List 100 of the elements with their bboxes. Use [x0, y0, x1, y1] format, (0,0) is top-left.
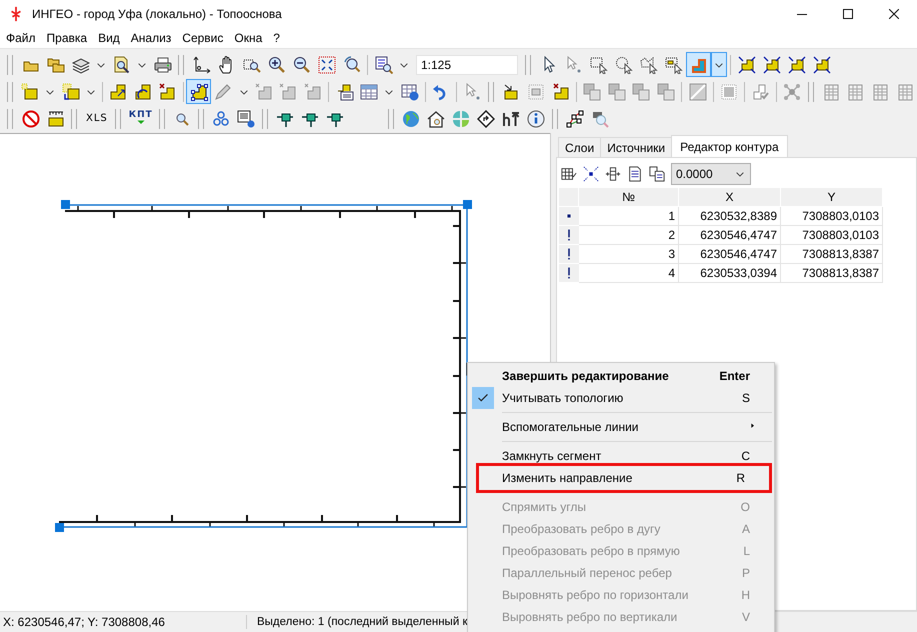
- axes-icon: [192, 56, 210, 74]
- menu-item[interactable]: ?: [268, 29, 286, 47]
- table-cell: 4: [579, 264, 679, 283]
- shortcut-text: R: [736, 471, 745, 485]
- table-cell: 7308813,8387: [781, 264, 883, 283]
- shape-icon: [279, 82, 298, 100]
- scale-field[interactable]: 1:125: [416, 54, 518, 74]
- prohibited-icon: [22, 110, 40, 128]
- table-cell: 6230546,4747: [679, 226, 781, 245]
- dropdown-button[interactable]: [711, 52, 727, 77]
- table-cell: 7308803,0103: [781, 207, 883, 226]
- shape-icon: [254, 82, 273, 100]
- square-icon: [502, 82, 520, 100]
- menu-item[interactable]: Правка: [42, 29, 94, 47]
- overlap-squares-icon: [656, 82, 675, 100]
- menu-item[interactable]: Замкнуть сегмент C: [468, 445, 774, 467]
- precision-dropdown[interactable]: 0.0000: [671, 163, 751, 185]
- shortcut-text: C: [741, 449, 750, 463]
- l-shape-icon: [108, 82, 127, 100]
- column-header[interactable]: Y: [781, 188, 883, 207]
- toolbar-button[interactable]: КПТ: [126, 106, 156, 131]
- toolbar-button[interactable]: [647, 164, 667, 184]
- zoom-extent-icon: [318, 56, 336, 74]
- folders-icon: [46, 56, 64, 74]
- table-cell: 6230546,4747: [679, 245, 781, 264]
- pencil-icon: [214, 82, 232, 100]
- table-icon: [871, 82, 890, 100]
- copy-icon: [649, 166, 665, 182]
- column-header[interactable]: №: [579, 188, 679, 207]
- collapse-icon: [762, 56, 780, 74]
- table-cell: 6230533,0394: [679, 264, 781, 283]
- table-icon: [822, 82, 840, 100]
- menu-item[interactable]: Вид: [93, 29, 126, 47]
- l-shape-icon: [134, 82, 152, 100]
- toolbar-button[interactable]: [581, 164, 601, 184]
- menu-item[interactable]: Завершить редактирование Enter: [468, 365, 774, 387]
- table-icon: [846, 82, 864, 100]
- tab[interactable]: Слои: [558, 137, 602, 157]
- collapse-icon: [812, 56, 830, 74]
- table-cell: 2: [579, 226, 679, 245]
- window-title: ИНГЕО - город Уфа (локально) - Топооснова: [32, 7, 282, 21]
- menu-item[interactable]: Окна: [229, 29, 268, 47]
- ruler-icon: [46, 110, 64, 128]
- insert-column-icon: [605, 166, 621, 182]
- shortcut-text: A: [742, 522, 750, 536]
- selection-circle-icon: [614, 56, 632, 74]
- list-search-icon: [374, 56, 392, 74]
- close-icon: [889, 9, 899, 19]
- table-cell: 6230532,8389: [679, 207, 781, 226]
- search-icon: [591, 110, 610, 128]
- diagonal-square-icon: [688, 82, 707, 100]
- turn-sign-icon: [477, 110, 496, 128]
- network-icon: [566, 110, 584, 128]
- table-cell: 7308803,0103: [781, 226, 883, 245]
- menu-item[interactable]: Файл: [1, 29, 42, 47]
- selection-rectangle-icon: [590, 56, 608, 74]
- shape-check-icon: [752, 82, 770, 100]
- selection-rectangle-icon: [664, 56, 682, 74]
- square-icon: [21, 82, 40, 100]
- menu-item[interactable]: Вспомогательные линии: [468, 416, 774, 438]
- zoom-out-icon: [292, 56, 310, 74]
- printer-icon: [154, 56, 172, 74]
- vertices-icon: [190, 82, 208, 100]
- overlap-squares-icon: [632, 82, 650, 100]
- status-text: X: 6230546,47; Y: 7308808,46: [0, 615, 247, 629]
- shortcut-text: O: [740, 500, 750, 514]
- menu-item[interactable]: Сервис: [177, 29, 230, 47]
- table-icon: [360, 82, 378, 100]
- quadrant-icon: [452, 110, 470, 128]
- shortcut-text: Enter: [719, 369, 750, 383]
- shortcut-text: S: [742, 391, 750, 405]
- table-help-icon: [400, 82, 419, 100]
- zoom-in-icon: [268, 56, 286, 74]
- layers-icon: [72, 56, 90, 74]
- shape-icon: [304, 82, 322, 100]
- delete-shape-icon: [158, 82, 176, 100]
- tab[interactable]: Редактор контура: [671, 135, 788, 157]
- pointer-icon: [564, 56, 582, 74]
- table-cell: 3: [579, 245, 679, 264]
- xls-button[interactable]: XLS: [82, 106, 112, 131]
- shortcut-text: L: [743, 544, 750, 558]
- toolbar-button[interactable]: [186, 79, 212, 104]
- list-help-icon: [237, 110, 256, 128]
- table-cell: 7308813,8387: [781, 245, 883, 264]
- column-header[interactable]: X: [679, 188, 781, 207]
- selection-polygon-icon: [640, 56, 658, 74]
- collapse-icon: [738, 56, 756, 74]
- height-icon: [502, 110, 520, 128]
- checkbox[interactable]: [472, 387, 494, 409]
- zoom-back-icon: [342, 56, 360, 74]
- menu-item[interactable]: Изменить направление R: [479, 467, 769, 489]
- document-search-icon: [112, 56, 130, 74]
- menu-item[interactable]: Анализ: [126, 29, 178, 47]
- maximize-icon: [843, 9, 853, 19]
- shortcut-text: P: [742, 566, 750, 580]
- delete-shape-icon: [552, 82, 570, 100]
- overlap-squares-icon: [583, 82, 602, 100]
- menu-item[interactable]: Учитывать топологию S: [468, 387, 774, 409]
- dotted-square-icon: [526, 82, 545, 100]
- globe-icon: [402, 110, 420, 128]
